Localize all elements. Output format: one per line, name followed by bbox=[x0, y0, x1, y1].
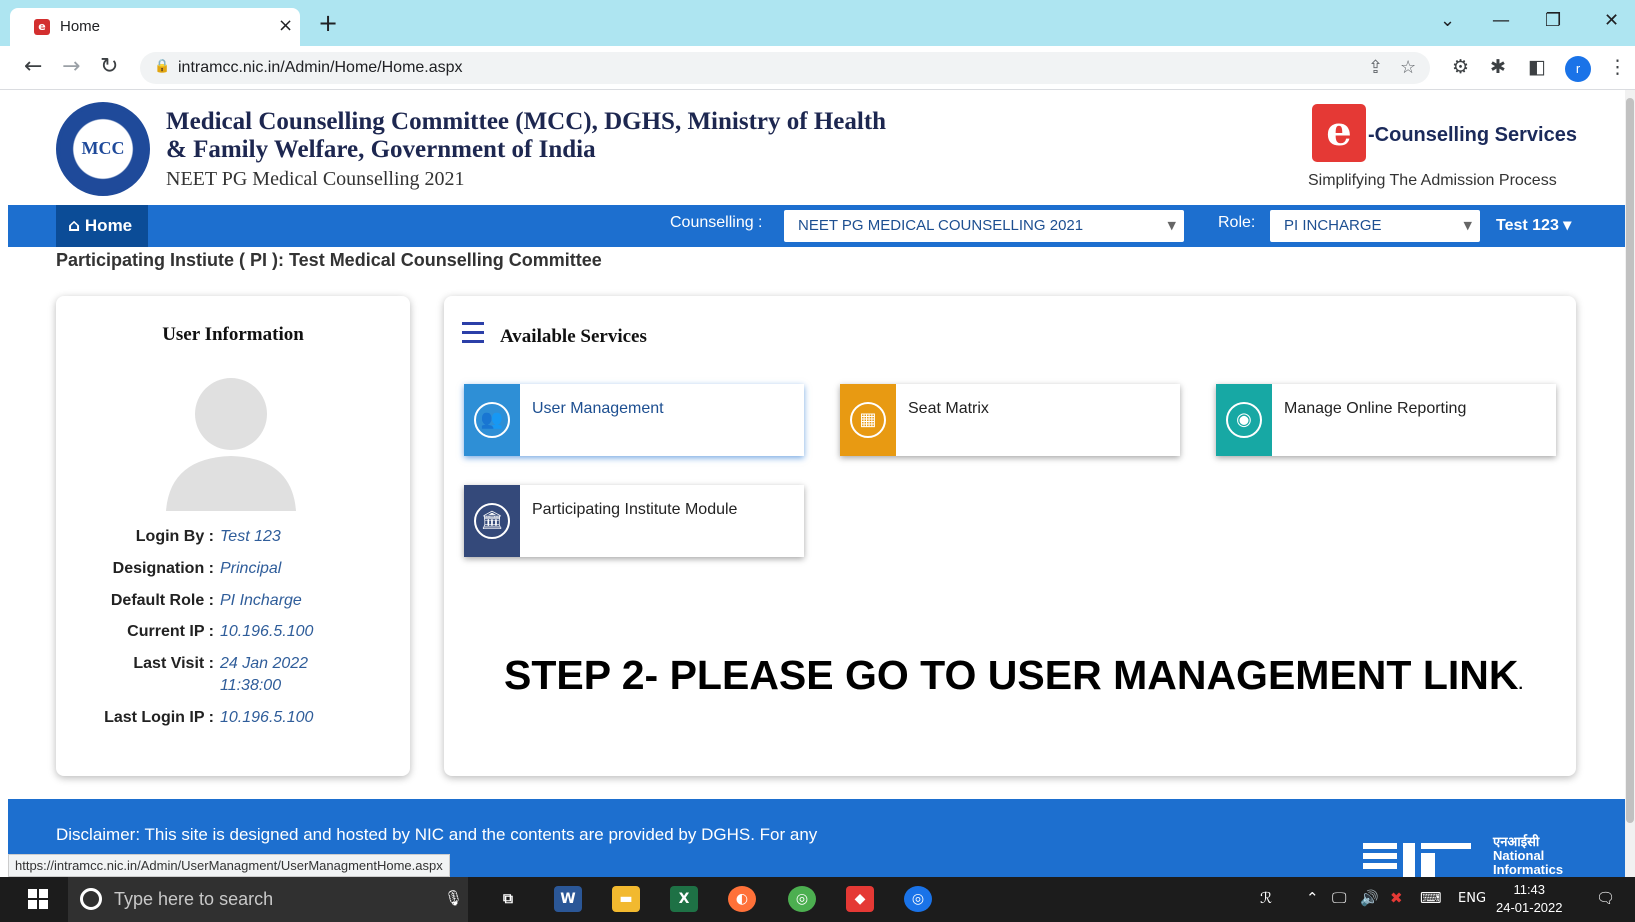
address-bar[interactable]: 🔒 intramcc.nic.in/Admin/Home/Home.aspx ⇪… bbox=[140, 52, 1430, 84]
scrollbar-thumb[interactable] bbox=[1626, 98, 1634, 823]
browser-tab-bar: e Home × + ⌄ — ❐ ✕ bbox=[0, 0, 1635, 46]
tab-title: Home bbox=[60, 18, 101, 35]
user-menu-dropdown[interactable]: Test 123 ▾ bbox=[1496, 215, 1571, 235]
chevron-down-icon: ▼ bbox=[1463, 219, 1472, 232]
mcc-logo: MCC bbox=[56, 102, 150, 196]
main-navbar: ⌂ Home Counselling : NEET PG MEDICAL COU… bbox=[8, 205, 1625, 247]
counselling-select[interactable]: NEET PG MEDICAL COUNSELLING 2021 ▼ bbox=[784, 210, 1184, 242]
user-information-card: User Information Login By : Test 123 Des… bbox=[56, 296, 410, 776]
app-icon[interactable]: ◆ bbox=[846, 886, 874, 912]
task-view-icon[interactable]: ⧉ bbox=[494, 886, 522, 912]
site-header: MCC Medical Counselling Committee (MCC),… bbox=[0, 90, 1625, 205]
org-subtitle: NEET PG Medical Counselling 2021 bbox=[166, 168, 465, 190]
e-counselling-subtitle: Simplifying The Admission Process bbox=[1308, 172, 1557, 189]
more-menu-icon[interactable]: ⋮ bbox=[1608, 56, 1627, 78]
nic-logo: एनआईसी National Informatics bbox=[1363, 835, 1573, 877]
chrome-profile-icon[interactable]: ◎ bbox=[904, 886, 932, 912]
menu-icon[interactable] bbox=[462, 322, 484, 349]
home-icon: ⌂ bbox=[68, 216, 81, 236]
e-counselling-logo: e bbox=[1312, 104, 1366, 162]
notification-icon[interactable]: 🗨 bbox=[1596, 889, 1615, 907]
address-toolbar: ← → ↻ 🔒 intramcc.nic.in/Admin/Home/Home.… bbox=[0, 46, 1635, 90]
nic-line1: National bbox=[1493, 848, 1545, 863]
share-icon[interactable]: ⇪ bbox=[1368, 57, 1383, 78]
tray-chevron-up-icon[interactable]: ⌃ bbox=[1306, 889, 1319, 907]
file-explorer-icon[interactable]: ▬ bbox=[612, 886, 640, 912]
users-icon: 👥 bbox=[474, 402, 510, 438]
role-label: Role: bbox=[1218, 214, 1256, 231]
available-services-title: Available Services bbox=[500, 326, 647, 347]
counselling-label: Counselling : bbox=[670, 214, 763, 231]
forward-icon[interactable]: → bbox=[62, 54, 80, 79]
new-tab-button[interactable]: + bbox=[318, 9, 338, 37]
dropbox-icon[interactable]: ✖ bbox=[1390, 889, 1403, 907]
chevron-down-icon: ▼ bbox=[1167, 219, 1176, 232]
microphone-icon[interactable]: 🎙 bbox=[444, 889, 463, 907]
minimize-icon[interactable]: — bbox=[1492, 10, 1510, 31]
url-text[interactable]: intramcc.nic.in/Admin/Home/Home.aspx bbox=[178, 59, 463, 77]
service-participating-institute-module[interactable]: 🏛 Participating Institute Module bbox=[464, 485, 804, 557]
network-icon[interactable]: 🖵 bbox=[1332, 889, 1346, 907]
user-avatar-icon bbox=[166, 378, 296, 511]
available-services-card: Available Services 👥 User Management ▦ S… bbox=[444, 296, 1576, 776]
profile-avatar[interactable]: r bbox=[1565, 56, 1591, 82]
taskbar-search[interactable]: Type here to search 🎙 bbox=[68, 877, 468, 922]
step-instruction: STEP 2- PLEASE GO TO USER MANAGEMENT LIN… bbox=[504, 652, 1523, 698]
reload-icon[interactable]: ↻ bbox=[100, 54, 118, 79]
org-title-line1: Medical Counselling Committee (MCC), DGH… bbox=[166, 108, 887, 135]
nav-home-button[interactable]: ⌂ Home bbox=[56, 205, 148, 247]
extension-gear-icon[interactable]: ⚙ bbox=[1452, 56, 1469, 78]
tab-close-icon[interactable]: × bbox=[278, 15, 293, 36]
disc-icon: ◉ bbox=[1226, 402, 1262, 438]
windows-taskbar: Type here to search 🎙 ⧉ W ▬ X ◐ ◎ ◆ ◎ ℛ … bbox=[0, 877, 1635, 922]
org-title-line2: & Family Welfare, Government of India bbox=[166, 136, 596, 163]
e-counselling-title: -Counselling Services bbox=[1368, 124, 1577, 146]
participating-institute-line: Participating Instiute ( PI ): Test Medi… bbox=[56, 250, 602, 270]
disclaimer-text: Disclaimer: This site is designed and ho… bbox=[56, 825, 818, 844]
service-seat-matrix[interactable]: ▦ Seat Matrix bbox=[840, 384, 1180, 456]
word-icon[interactable]: W bbox=[554, 886, 582, 912]
link-status-bubble: https://intramcc.nic.in/Admin/UserManagm… bbox=[8, 854, 450, 877]
grid-icon: ▦ bbox=[850, 402, 886, 438]
role-select[interactable]: PI INCHARGE ▼ bbox=[1270, 210, 1480, 242]
tab-favicon-icon: e bbox=[34, 19, 50, 35]
keyboard-icon[interactable]: ⌨ bbox=[1420, 889, 1442, 907]
institution-icon: 🏛 bbox=[474, 503, 510, 539]
volume-icon[interactable]: 🔊 bbox=[1360, 889, 1379, 907]
firefox-icon[interactable]: ◐ bbox=[728, 886, 756, 912]
restore-icon[interactable]: ❐ bbox=[1545, 10, 1561, 31]
taskbar-clock[interactable]: 11:43 24-01-2022 bbox=[1496, 881, 1563, 917]
excel-icon[interactable]: X bbox=[670, 886, 698, 912]
browser-tab-home[interactable]: e Home × bbox=[10, 8, 300, 46]
service-manage-online-reporting[interactable]: ◉ Manage Online Reporting bbox=[1216, 384, 1556, 456]
lock-icon[interactable]: 🔒 bbox=[154, 59, 170, 74]
tab-search-chevron-icon[interactable]: ⌄ bbox=[1440, 10, 1455, 31]
chrome-icon[interactable]: ◎ bbox=[788, 886, 816, 912]
service-user-management[interactable]: 👥 User Management bbox=[464, 384, 804, 456]
back-icon[interactable]: ← bbox=[24, 54, 42, 79]
windows-start-icon[interactable] bbox=[28, 889, 48, 909]
cortana-icon bbox=[80, 888, 102, 910]
language-indicator[interactable]: ENG bbox=[1458, 891, 1486, 906]
nic-hindi-text: एनआईसी bbox=[1493, 834, 1540, 849]
close-window-icon[interactable]: ✕ bbox=[1604, 10, 1619, 31]
user-information-title: User Information bbox=[162, 324, 304, 345]
side-panel-icon[interactable]: ◧ bbox=[1528, 56, 1546, 78]
nav-home-label: Home bbox=[84, 216, 133, 235]
people-icon[interactable]: ℛ bbox=[1260, 889, 1272, 907]
bookmark-star-icon[interactable]: ☆ bbox=[1400, 57, 1416, 78]
nic-line2: Informatics bbox=[1493, 862, 1564, 877]
extensions-puzzle-icon[interactable]: ✱ bbox=[1490, 56, 1506, 78]
